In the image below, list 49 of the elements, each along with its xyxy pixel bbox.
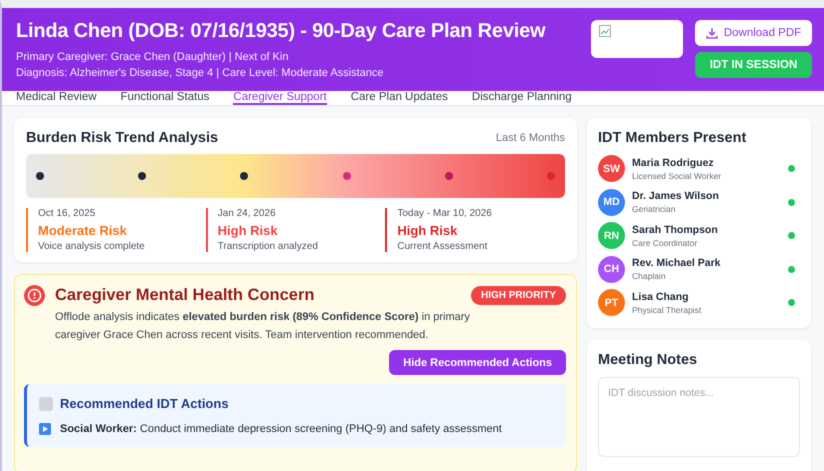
- member-role: Licensed Social Worker: [632, 170, 722, 181]
- patient-info: Primary Caregiver: Grace Chen (Daughter) | Next of Kin: [16, 50, 290, 65]
- tab[interactable]: Medical Review: [16, 91, 97, 105]
- page-title: Linda Chen (DOB: 07/16/1935) - 90-Day Care Plan Review: [16, 20, 546, 43]
- card-title: Burden Risk Trend Analysis: [26, 130, 218, 146]
- play-icon: [39, 423, 51, 435]
- member-avatar: MD: [598, 188, 625, 216]
- member-name: Sarah Thompson: [632, 224, 719, 236]
- risk-level: High Risk: [397, 223, 458, 238]
- member-avatar: RN: [598, 222, 625, 250]
- tab[interactable]: Caregiver Support: [233, 91, 327, 105]
- alert-message: Offlode analysis indicates elevated burden risk (89% Confidence Score) in primary caregiver Grace Chen across recent visits. Team intervention recommended.: [55, 310, 471, 343]
- range-label: Last 6 Months: [496, 132, 565, 144]
- member-name: Maria Rodriguez: [632, 156, 715, 169]
- member-avatar: CH: [598, 256, 625, 283]
- alert-icon: [24, 285, 45, 306]
- milestone-date: Today - Mar 10, 2026: [397, 208, 493, 219]
- notes-field[interactable]: IDT discussion notes...: [598, 376, 800, 456]
- panel-title: Recommended IDT Actions: [60, 396, 229, 411]
- download-button[interactable]: Download PDF: [695, 20, 812, 46]
- alert-title: Caregiver Mental Health Concern: [55, 286, 316, 305]
- milestone-note: Voice analysis complete: [38, 241, 146, 252]
- member-avatar: PT: [598, 289, 625, 316]
- broken-image-icon: [599, 25, 611, 37]
- card-title: IDT Members Present: [598, 130, 748, 146]
- milestone-date: Oct 16, 2025: [38, 208, 96, 219]
- tab[interactable]: Functional Status: [120, 91, 210, 105]
- square-icon: [39, 396, 53, 410]
- milestone-note: Transcription analyzed: [218, 241, 319, 252]
- member-name: Dr. James Wilson: [632, 190, 720, 202]
- member-role: Geriatrician: [632, 204, 676, 214]
- member-name: Rev. Michael Park: [632, 257, 722, 270]
- tab[interactable]: Discharge Planning: [472, 91, 572, 105]
- card-title: Meeting Notes: [598, 352, 698, 368]
- priority-badge: HIGH PRIORITY: [470, 286, 566, 305]
- tab[interactable]: Care Plan Updates: [350, 91, 448, 105]
- risk-level: High Risk: [218, 223, 279, 238]
- patient-info: Diagnosis: Alzheimer's Disease, Stage 4 | Care Level: Moderate Assistance: [16, 66, 385, 81]
- action-item: Social Worker: Conduct immediate depression screening (PHQ-9) and safety assessment: [60, 423, 502, 435]
- download-icon: [706, 27, 718, 39]
- member-name: Lisa Chang: [632, 290, 690, 303]
- member-role: Care Coordinator: [632, 238, 698, 248]
- member-avatar: SW: [598, 155, 625, 182]
- hide-actions-button[interactable]: Hide Recommended Actions: [389, 350, 566, 375]
- member-role: Physical Therapist: [632, 304, 702, 315]
- risk-level: Moderate Risk: [38, 223, 128, 238]
- milestone-date: Jan 24, 2026: [218, 208, 276, 219]
- member-role: Chaplain: [632, 271, 667, 282]
- milestone-note: Current Assessment: [397, 241, 488, 252]
